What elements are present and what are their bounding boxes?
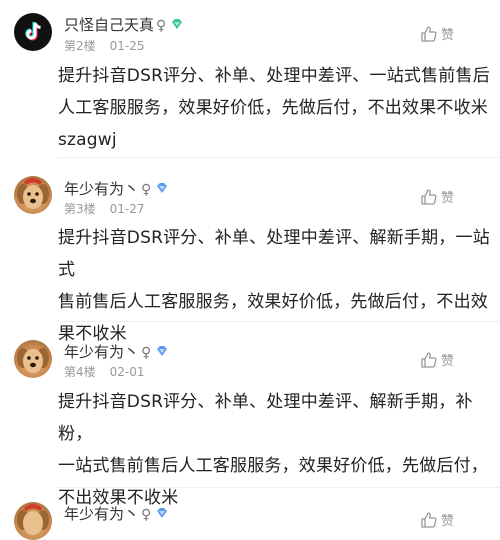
gender-icon: ♀ <box>156 18 167 34</box>
post-date: 01-27 <box>109 202 145 216</box>
gender-icon: ♀ <box>141 182 152 198</box>
comment-text: 提升抖音DSR评分、补单、处理中差评、一站式售前售后 人工客服服务，效果好价低，… <box>58 60 490 156</box>
dog-face-icon <box>17 178 49 209</box>
username[interactable]: 年少有为丶 ♀ <box>64 503 169 524</box>
divider <box>58 157 500 158</box>
comment-line: 人工客服服务，效果好价低，先做后付，不出效果不收米 <box>58 98 488 118</box>
gender-icon: ♀ <box>141 507 152 523</box>
comment-line: 售前售后人工客服服务，效果好价低，先做后付，不出效 <box>58 292 488 312</box>
like-label: 赞 <box>440 191 454 206</box>
comment-line: 提升抖音DSR评分、补单、处理中差评、解新手期，补粉， <box>58 392 473 444</box>
comment-line: 提升抖音DSR评分、补单、处理中差评、解新手期，一站式 <box>58 228 490 280</box>
username[interactable]: 年少有为丶 ♀ <box>64 341 169 362</box>
dog-avatar[interactable] <box>14 176 52 214</box>
comment-line: 一站式售前售后人工客服服务，效果好价低，先做后付， <box>58 456 488 476</box>
post-meta: 第3楼 01-27 <box>64 200 145 217</box>
tiktok-avatar[interactable] <box>14 13 52 51</box>
thumbs-up-icon <box>421 511 437 528</box>
like-label: 赞 <box>440 28 454 43</box>
floor-number: 第2楼 <box>64 39 96 53</box>
dog-face-icon <box>17 348 49 373</box>
thumbs-up-icon <box>421 351 437 368</box>
username[interactable]: 只怪自己天真 ♀ <box>64 14 184 35</box>
like-label: 赞 <box>440 514 454 529</box>
floor-number: 第4楼 <box>64 365 96 379</box>
tiktok-logo-icon <box>25 22 41 41</box>
diamond-badge-icon <box>157 346 168 356</box>
thumbs-up-icon <box>421 188 437 205</box>
dog-avatar[interactable] <box>14 340 52 378</box>
like-button[interactable]: 赞 <box>420 350 454 369</box>
username-text[interactable]: 年少有为丶 <box>64 505 139 523</box>
gender-icon: ♀ <box>141 345 152 361</box>
username-text[interactable]: 只怪自己天真 <box>64 16 154 34</box>
post-date: 02-01 <box>109 365 145 379</box>
like-button[interactable]: 赞 <box>420 510 454 529</box>
like-button[interactable]: 赞 <box>420 187 454 206</box>
post-date: 01-25 <box>109 39 145 53</box>
username-text[interactable]: 年少有为丶 <box>64 180 139 198</box>
diamond-badge-icon <box>172 19 183 29</box>
like-button[interactable]: 赞 <box>420 24 454 43</box>
username[interactable]: 年少有为丶 ♀ <box>64 178 169 199</box>
diamond-badge-icon <box>157 508 168 518</box>
divider <box>58 487 500 488</box>
comment-line: 提升抖音DSR评分、补单、处理中差评、一站式售前售后 <box>58 66 490 86</box>
floor-number: 第3楼 <box>64 202 96 216</box>
username-text[interactable]: 年少有为丶 <box>64 343 139 361</box>
dog-face-icon <box>17 504 49 535</box>
divider <box>58 321 500 322</box>
dog-avatar[interactable] <box>14 502 52 540</box>
comment-line: szagwj <box>58 130 117 150</box>
thumbs-up-icon <box>421 25 437 42</box>
diamond-badge-icon <box>157 183 168 193</box>
post-meta: 第2楼 01-25 <box>64 37 145 54</box>
post-meta: 第4楼 02-01 <box>64 363 145 380</box>
comment-text: 提升抖音DSR评分、补单、处理中差评、解新手期，一站式 售前售后人工客服服务，效… <box>58 222 490 350</box>
comment-text: 提升抖音DSR评分、补单、处理中差评、解新手期，补粉， 一站式售前售后人工客服服… <box>58 386 490 514</box>
like-label: 赞 <box>440 354 454 369</box>
